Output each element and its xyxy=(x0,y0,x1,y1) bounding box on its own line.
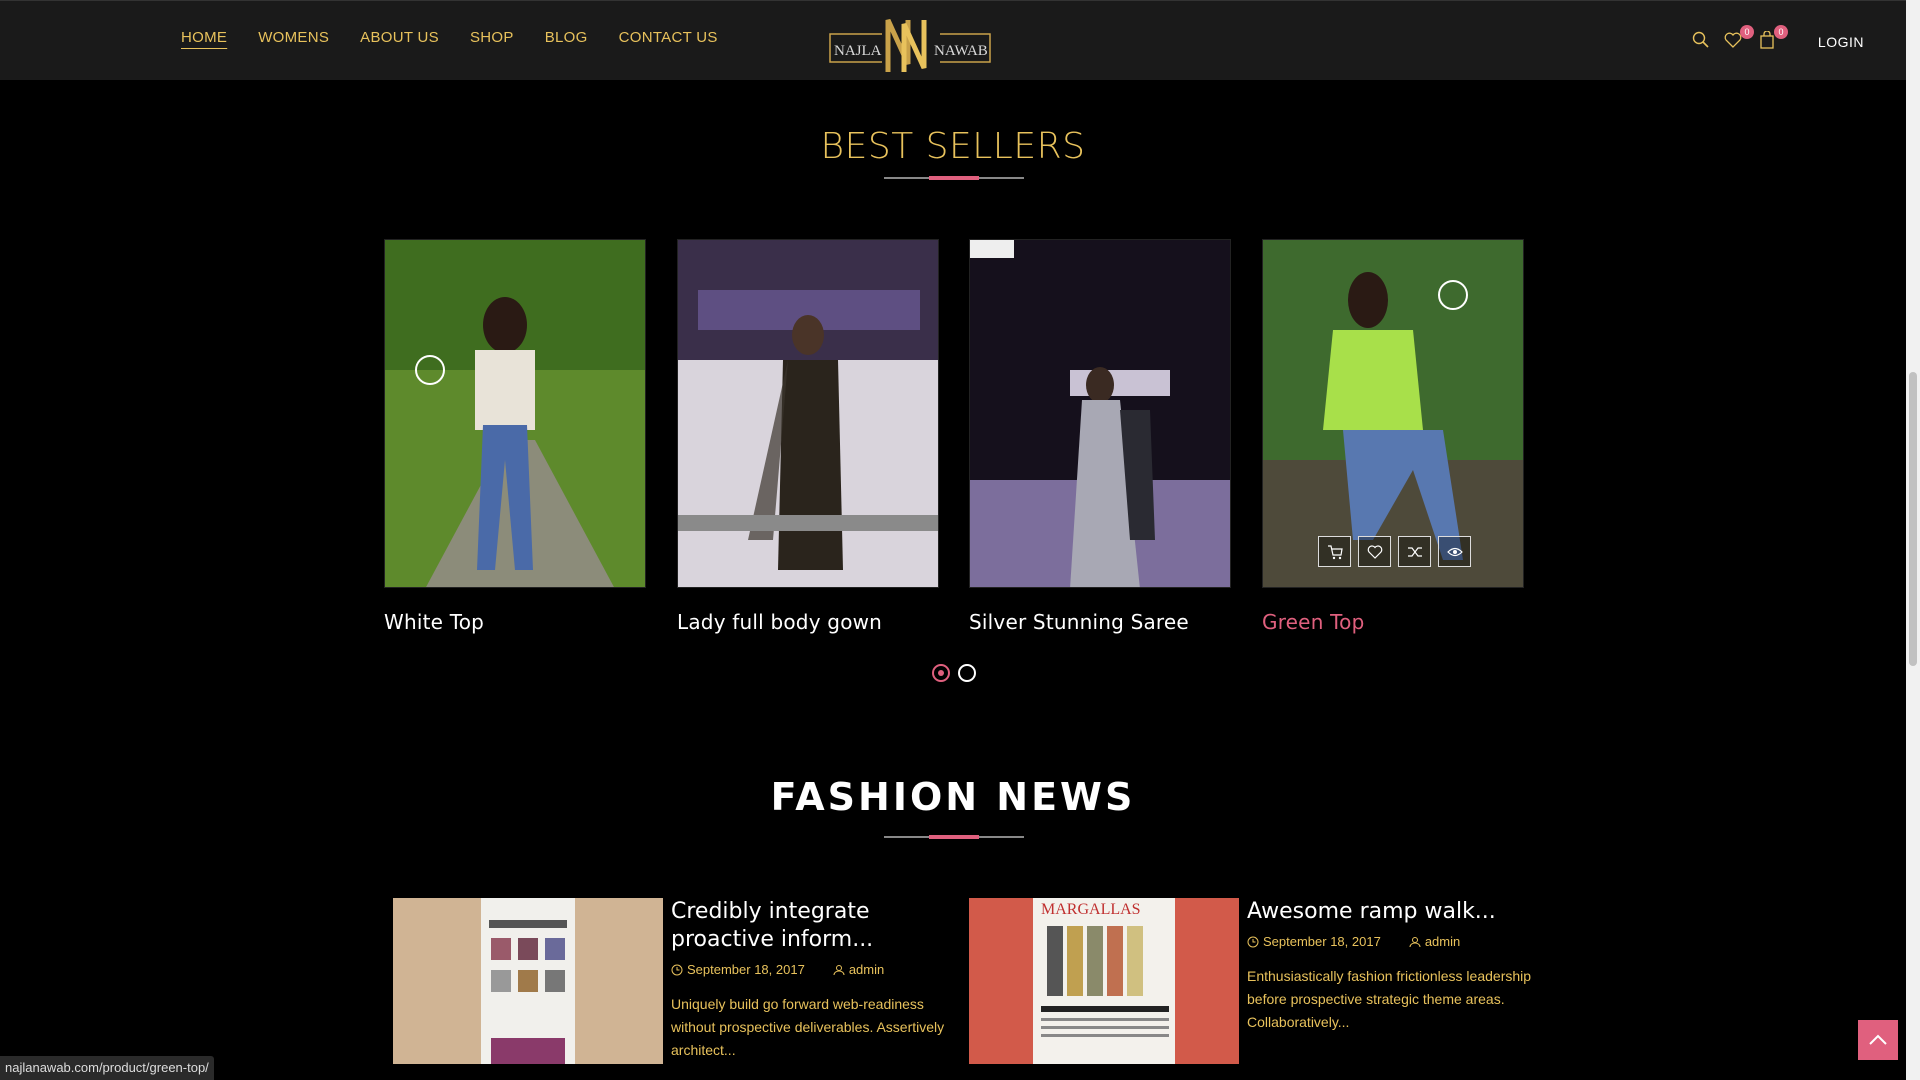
product-card[interactable]: Green Top xyxy=(1262,239,1524,634)
compare-shuffle-icon[interactable] xyxy=(1398,536,1431,567)
user-icon xyxy=(833,964,845,975)
news-date: September 18, 2017 xyxy=(1247,934,1381,949)
product-name[interactable]: Lady full body gown xyxy=(677,610,939,634)
product-name[interactable]: White Top xyxy=(384,610,646,634)
news-body: Credibly integrate proactive inform... S… xyxy=(671,898,961,1062)
news-author[interactable]: admin xyxy=(833,962,884,977)
logo-text-left: NAJLA xyxy=(834,43,882,59)
news-excerpt: Enthusiastically fashion frictionless le… xyxy=(1247,968,1532,1030)
add-to-cart-icon[interactable] xyxy=(1318,536,1351,567)
best-sellers-divider xyxy=(884,176,1024,180)
clock-icon xyxy=(671,964,683,975)
product-card[interactable]: White Top xyxy=(384,239,646,634)
login-link[interactable]: LOGIN xyxy=(1818,34,1864,50)
clock-icon xyxy=(1247,936,1259,947)
news-title[interactable]: Credibly integrate proactive inform... xyxy=(671,898,961,954)
thumbnail-masthead-text: MARGALLAS xyxy=(1041,901,1141,918)
news-post: MARGALLAS Awesome ramp walk... September… xyxy=(969,898,1539,1064)
nav-womens[interactable]: WOMENS xyxy=(258,29,329,46)
carousel-dot-2[interactable] xyxy=(958,664,976,682)
nav-blog[interactable]: BLOG xyxy=(545,29,588,46)
news-thumbnail[interactable]: MARGALLAS xyxy=(969,898,1239,1064)
news-meta: September 18, 2017 admin xyxy=(1247,934,1537,949)
best-sellers-title: BEST SELLERS xyxy=(820,126,1086,167)
page-scrollbar[interactable] xyxy=(1906,0,1920,1080)
news-body: Awesome ramp walk... September 18, 2017 … xyxy=(1247,898,1537,1034)
wishlist-count-badge: 0 xyxy=(1740,25,1754,39)
news-thumbnail[interactable] xyxy=(393,898,663,1064)
news-post: Credibly integrate proactive inform... S… xyxy=(393,898,963,1064)
carousel-dot-1[interactable] xyxy=(932,664,950,682)
logo-graphic: NAJLA NAWAB xyxy=(829,18,991,72)
news-meta: September 18, 2017 admin xyxy=(671,962,961,977)
site-header: HOME WOMENS ABOUT US SHOP BLOG CONTACT U… xyxy=(0,0,1906,80)
header-icons: 0 0 xyxy=(1666,25,1906,55)
fashion-news-divider xyxy=(884,835,1024,839)
add-to-wishlist-icon[interactable] xyxy=(1358,536,1391,567)
back-to-top-button[interactable] xyxy=(1858,1020,1898,1060)
product-image[interactable] xyxy=(384,239,646,588)
site-logo[interactable]: NAJLA NAWAB xyxy=(828,14,992,76)
news-title[interactable]: Awesome ramp walk... xyxy=(1247,898,1537,926)
scrollbar-thumb[interactable] xyxy=(1909,372,1917,666)
product-card[interactable]: Lady full body gown xyxy=(677,239,939,634)
carousel-pagination xyxy=(932,664,976,682)
product-image[interactable] xyxy=(969,239,1231,588)
main-nav: HOME WOMENS ABOUT US SHOP BLOG CONTACT U… xyxy=(181,29,749,46)
product-card[interactable]: Silver Stunning Saree xyxy=(969,239,1231,634)
nav-shop[interactable]: SHOP xyxy=(470,29,514,46)
user-icon xyxy=(1409,936,1421,947)
product-name[interactable]: Green Top xyxy=(1262,610,1524,634)
nav-contact-us[interactable]: CONTACT US xyxy=(619,29,718,46)
fashion-news-title: FASHION NEWS xyxy=(770,775,1136,819)
cart-bag-icon[interactable]: 0 xyxy=(1758,25,1788,53)
search-icon[interactable] xyxy=(1692,31,1714,53)
logo-text-right: NAWAB xyxy=(934,43,988,59)
wishlist-heart-icon[interactable]: 0 xyxy=(1724,25,1754,53)
status-bar-url: najlanawab.com/product/green-top/ xyxy=(0,1056,214,1080)
product-image[interactable] xyxy=(1262,239,1524,588)
product-image[interactable] xyxy=(677,239,939,588)
news-author[interactable]: admin xyxy=(1409,934,1460,949)
nav-about-us[interactable]: ABOUT US xyxy=(360,29,439,46)
cart-count-badge: 0 xyxy=(1774,25,1788,39)
product-action-bar xyxy=(1318,536,1471,567)
news-excerpt: Uniquely build go forward web-readiness … xyxy=(671,996,945,1058)
chevron-up-icon xyxy=(1869,1034,1887,1045)
nav-home[interactable]: HOME xyxy=(181,29,227,46)
quick-view-eye-icon[interactable] xyxy=(1438,536,1471,567)
product-name[interactable]: Silver Stunning Saree xyxy=(969,610,1231,634)
news-date: September 18, 2017 xyxy=(671,962,805,977)
